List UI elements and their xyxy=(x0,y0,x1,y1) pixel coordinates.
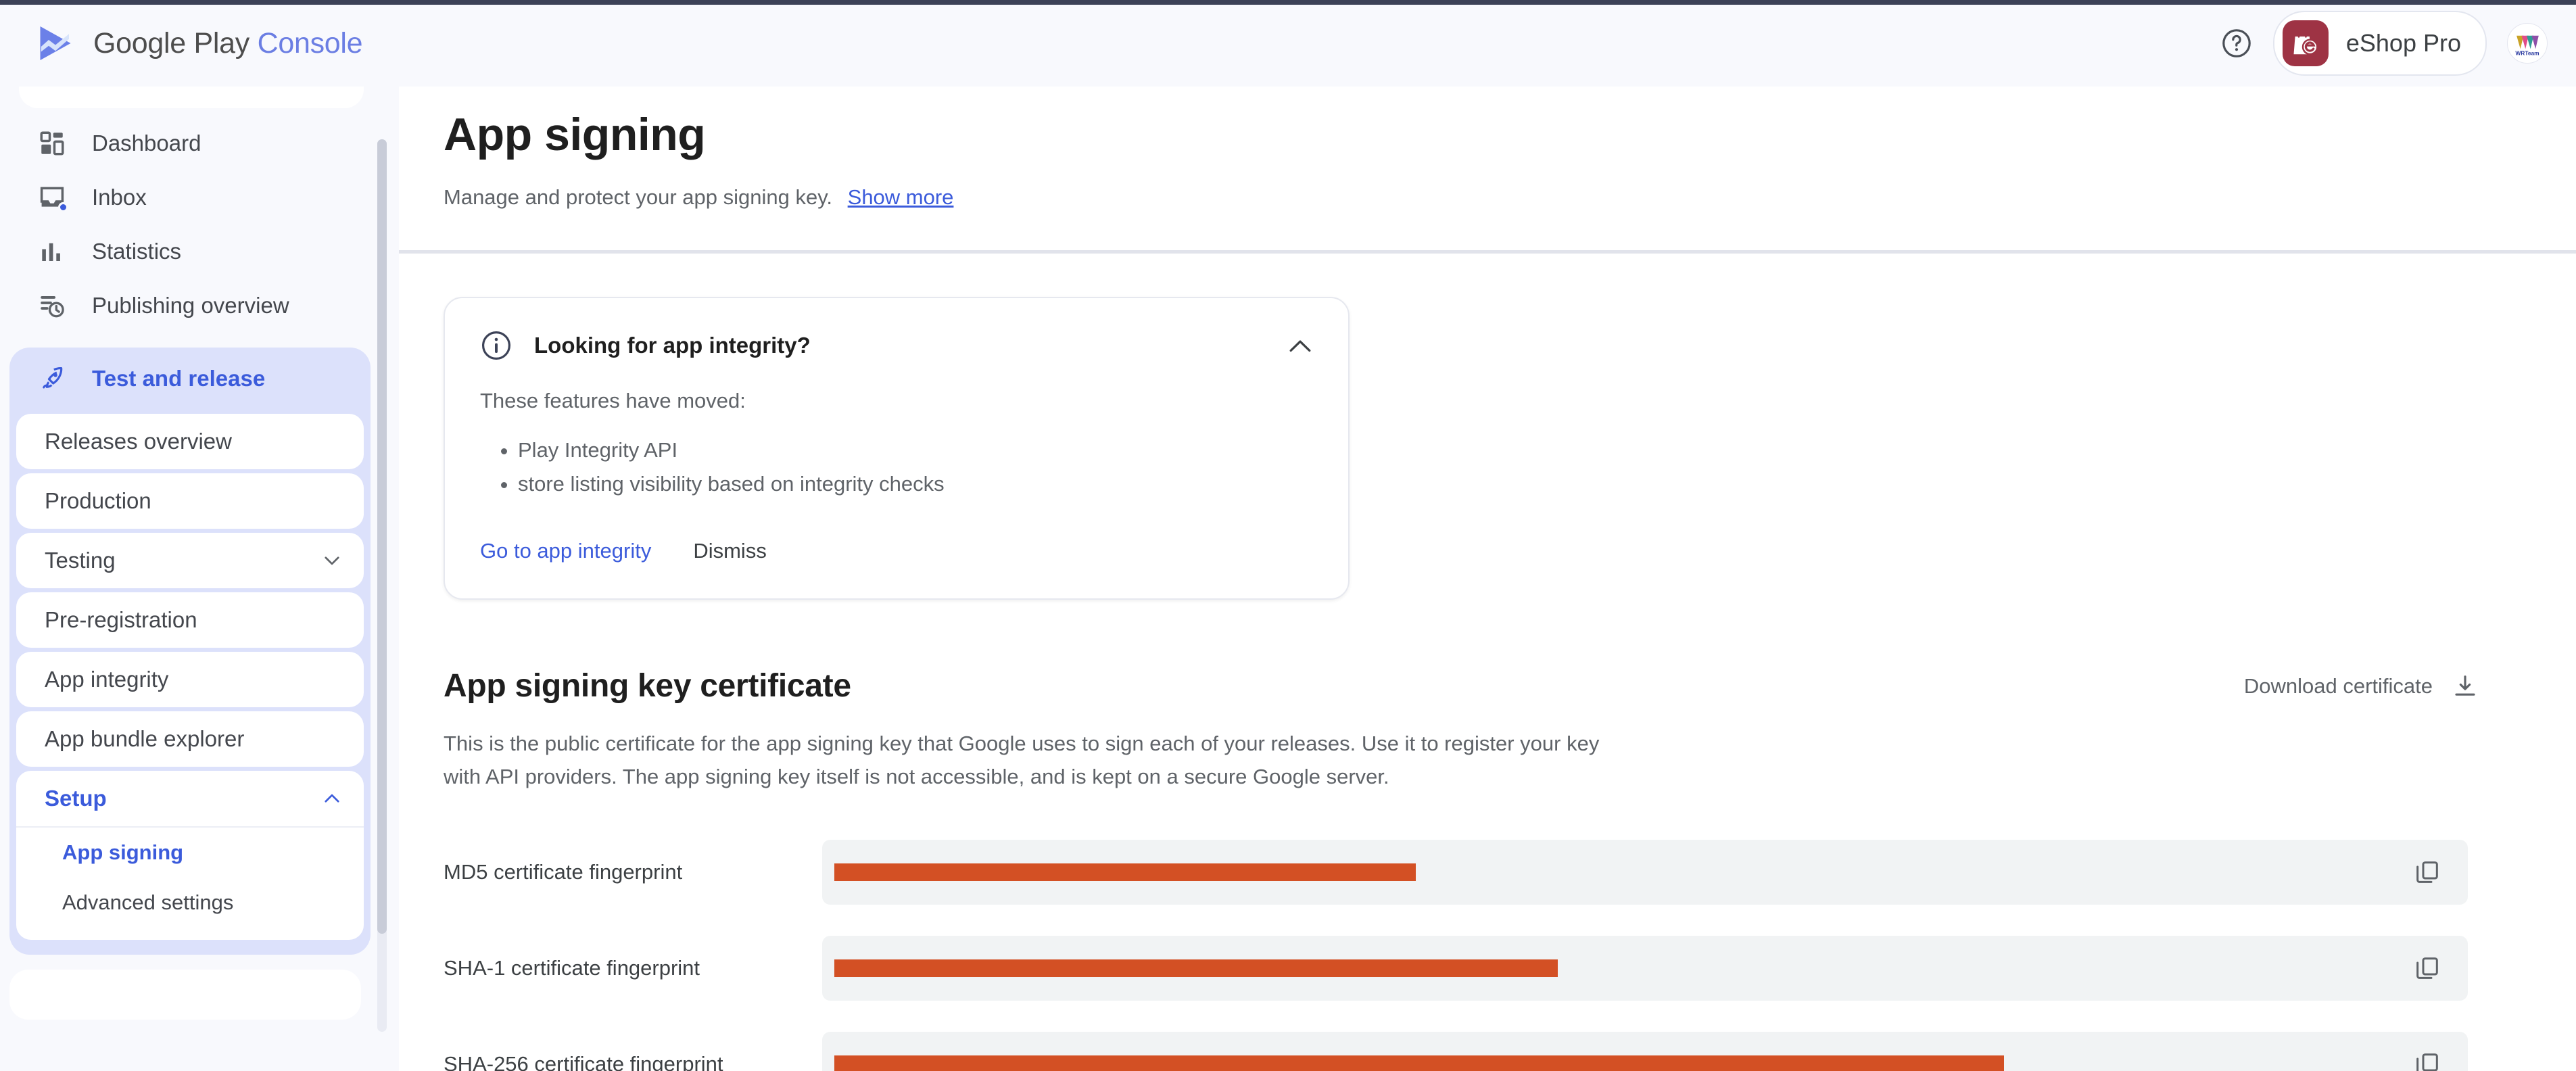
info-card-header: Looking for app integrity? xyxy=(480,329,1313,362)
wrteam-logo-icon: WRTeam xyxy=(2515,35,2539,57)
brand-title: Google Play Console xyxy=(93,26,363,60)
info-card-actions: Go to app integrity Dismiss xyxy=(480,539,1313,563)
svg-text:WRTeam: WRTeam xyxy=(2515,50,2539,57)
list-item: store listing visibility based on integr… xyxy=(518,467,1313,501)
sidebar-card-below xyxy=(9,970,361,1020)
top-bar-right-group: eShop Pro WRTeam xyxy=(2220,0,2548,87)
page-subtitle-text: Manage and protect your app signing key. xyxy=(444,185,833,209)
table-row: MD5 certificate fingerprint xyxy=(444,840,2576,905)
sha1-fingerprint-label: SHA-1 certificate fingerprint xyxy=(444,956,700,980)
sidebar-scroll-content: Dashboard Inbox Statistics Publishing ov… xyxy=(0,87,379,1020)
page-subtitle: Manage and protect your app signing key.… xyxy=(444,185,2576,210)
inbox-notification-dot xyxy=(58,202,68,212)
chevron-up-icon[interactable] xyxy=(1285,331,1316,362)
md5-fingerprint-label: MD5 certificate fingerprint xyxy=(444,860,683,884)
app-name-label: eShop Pro xyxy=(2345,29,2461,57)
redaction-bar xyxy=(834,863,1416,882)
main-content: App signing Manage and protect your app … xyxy=(399,87,2576,1071)
chevron-down-icon xyxy=(325,556,339,565)
google-play-triangle-icon xyxy=(40,26,71,60)
sidebar-item-inbox[interactable]: Inbox xyxy=(0,170,379,224)
info-card-body: These features have moved: xyxy=(480,389,746,412)
download-certificate-button[interactable]: Download certificate xyxy=(2244,673,2479,700)
info-card-bullet-list: Play Integrity API store listing visibil… xyxy=(480,433,1313,501)
sidebar-item-label: Statistics xyxy=(92,239,182,264)
sidebar-item-label: Setup xyxy=(45,786,107,811)
brand-google-play: Google Play xyxy=(93,26,249,60)
sidebar-item-app-bundle-explorer[interactable]: App bundle explorer xyxy=(16,711,364,767)
sidebar-item-setup[interactable]: Setup xyxy=(16,771,364,826)
sidebar-item-dashboard[interactable]: Dashboard xyxy=(0,116,379,170)
copy-icon[interactable] xyxy=(2414,859,2441,886)
table-row: SHA-256 certificate fingerprint xyxy=(444,1032,2576,1071)
section-title: App signing key certificate xyxy=(444,668,851,705)
sidebar-item-statistics[interactable]: Statistics xyxy=(0,224,379,279)
sidebar-item-app-integrity[interactable]: App integrity xyxy=(16,652,364,707)
shopping-bag-e-icon xyxy=(2293,30,2318,55)
sidebar-item-label: Dashboard xyxy=(92,130,201,156)
brand-logo[interactable]: Google Play Console xyxy=(35,23,363,64)
sidebar-group-setup: Setup App signing Advanced settings xyxy=(16,771,364,940)
copy-icon[interactable] xyxy=(2414,1051,2441,1071)
dashboard-grid-icon xyxy=(40,131,64,156)
sidebar-item-label: Production xyxy=(45,488,151,513)
copy-icon[interactable] xyxy=(2414,955,2441,982)
sidebar-item-label: App signing xyxy=(62,840,184,864)
publishing-clock-icon xyxy=(41,296,64,318)
top-app-bar: Google Play Console eShop Pro WRTeam xyxy=(0,0,2576,87)
sha256-fingerprint-value[interactable] xyxy=(822,1032,2468,1071)
divider xyxy=(399,250,2576,254)
sha1-fingerprint-value[interactable] xyxy=(822,936,2468,1001)
certificate-description: This is the public certificate for the a… xyxy=(444,732,1600,789)
download-icon xyxy=(2455,675,2475,696)
sidebar-item-label: Releases overview xyxy=(45,429,232,454)
inbox-tray-icon xyxy=(38,183,68,212)
app-integrity-info-card: Looking for app integrity? These feature… xyxy=(444,297,1350,600)
md5-fingerprint-value[interactable] xyxy=(822,840,2468,905)
sidebar-item-app-signing[interactable]: App signing xyxy=(16,828,364,878)
sidebar-group-test-and-release: Test and release Releases overview Produ… xyxy=(9,348,371,955)
sidebar-item-label: Pre-registration xyxy=(45,607,197,632)
sidebar-nav: Dashboard Inbox Statistics Publishing ov… xyxy=(0,87,399,1071)
avatar[interactable]: WRTeam xyxy=(2507,23,2548,64)
app-switcher-button[interactable]: eShop Pro xyxy=(2272,11,2487,76)
sha256-fingerprint-label: SHA-256 certificate fingerprint xyxy=(444,1052,723,1071)
download-certificate-label: Download certificate xyxy=(2243,673,2433,698)
rocket-icon xyxy=(43,366,63,389)
avatar xyxy=(2282,20,2329,66)
sidebar-item-publishing-overview[interactable]: Publishing overview xyxy=(0,279,379,333)
sidebar-item-test-and-release[interactable]: Test and release xyxy=(9,348,371,410)
dismiss-button[interactable]: Dismiss xyxy=(693,539,767,563)
sidebar-item-testing[interactable]: Testing xyxy=(16,533,364,588)
info-circle-icon xyxy=(482,331,510,360)
sidebar-item-label: Test and release xyxy=(92,366,266,391)
sidebar-item-advanced-settings[interactable]: Advanced settings xyxy=(16,878,364,928)
sidebar-item-label: App integrity xyxy=(45,667,169,692)
sidebar-item-label: App bundle explorer xyxy=(45,726,245,751)
table-row: SHA-1 certificate fingerprint xyxy=(444,936,2576,1001)
chevron-up-icon xyxy=(325,794,339,803)
list-item: Play Integrity API xyxy=(518,433,1313,467)
sidebar-item-label: Testing xyxy=(45,548,116,573)
certificate-section-header: App signing key certificate Download cer… xyxy=(444,667,2539,705)
sidebar-card-above xyxy=(19,87,364,108)
help-circle-icon[interactable] xyxy=(2220,27,2253,60)
bar-chart-icon xyxy=(42,243,60,261)
sidebar-scrollbar-thumb[interactable] xyxy=(377,139,387,934)
page-title: App signing xyxy=(444,109,706,160)
go-to-app-integrity-button[interactable]: Go to app integrity xyxy=(480,539,651,563)
sidebar-item-label: Publishing overview xyxy=(92,293,289,318)
redaction-bar xyxy=(834,1055,2004,1071)
info-card-title: Looking for app integrity? xyxy=(534,333,811,358)
sidebar-item-pre-registration[interactable]: Pre-registration xyxy=(16,592,364,648)
sidebar-item-label: Advanced settings xyxy=(62,890,234,914)
sidebar-item-label: Inbox xyxy=(92,185,147,210)
brand-console: Console xyxy=(257,26,363,60)
redaction-bar xyxy=(834,959,1558,978)
window-title-rule xyxy=(0,0,2576,5)
show-more-link[interactable]: Show more xyxy=(848,185,954,209)
sidebar-item-production[interactable]: Production xyxy=(16,473,364,529)
sidebar-item-releases-overview[interactable]: Releases overview xyxy=(16,414,364,469)
